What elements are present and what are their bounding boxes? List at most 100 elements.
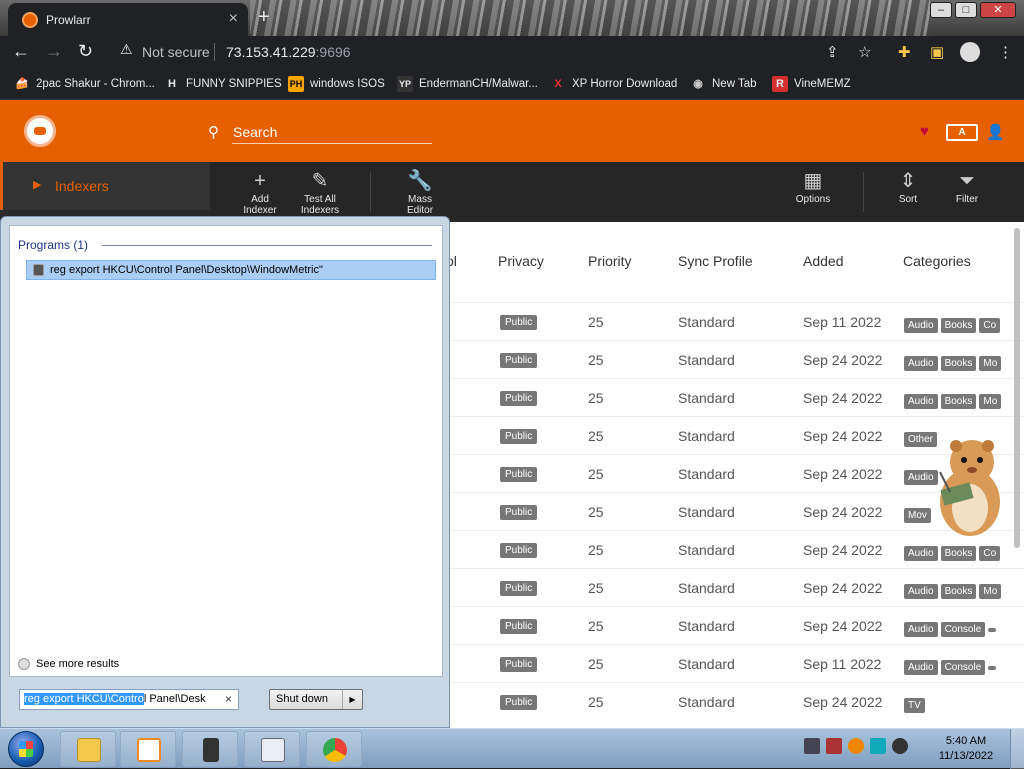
privacy-badge: Public	[500, 391, 538, 406]
taskbar: 5:40 AM 11/13/2022	[0, 728, 1024, 769]
sync-profile-cell: Standard	[678, 542, 735, 558]
added-cell: Sep 24 2022	[803, 428, 883, 444]
shut-down-button[interactable]: Shut down ▶	[269, 689, 363, 710]
keyboard-shortcuts-icon[interactable]: A	[946, 124, 978, 141]
share-icon[interactable]: ⇪	[826, 43, 839, 61]
maximize-button[interactable]: □	[955, 2, 977, 18]
category-tag: Mo	[979, 584, 1002, 599]
priority-cell: 25	[588, 390, 604, 406]
show-desktop-button[interactable]	[1010, 729, 1024, 769]
bookmark-item[interactable]: YP EndermanCH/Malwar...	[397, 76, 538, 92]
extensions-icon[interactable]: ✚	[898, 43, 911, 61]
back-arrow-icon[interactable]: ←	[12, 41, 30, 62]
bookmark-item[interactable]: 🍰 2pac Shakur - Chrom...	[14, 76, 155, 92]
tray-volume-icon[interactable]	[892, 737, 908, 754]
toolbar-divider	[863, 172, 864, 212]
bookmark-item[interactable]: H FUNNY SNIPPIES	[164, 76, 282, 92]
mass-editor-button[interactable]: 🔧 Mass Editor	[388, 170, 452, 216]
program-result-item[interactable]: reg export HKCU\Control Panel\Desktop\Wi…	[26, 260, 436, 280]
sync-profile-cell: Standard	[678, 504, 735, 520]
bookmark-star-icon[interactable]: ☆	[858, 43, 871, 61]
user-icon[interactable]: 👤	[986, 123, 1005, 141]
profile-avatar-icon[interactable]	[960, 42, 980, 62]
warning-icon[interactable]: ⚠	[120, 41, 133, 58]
taskbar-chrome-button[interactable]	[306, 731, 362, 767]
bookmark-favicon-icon: X	[554, 78, 562, 90]
taskbar-notepad-button[interactable]	[244, 731, 300, 767]
column-header-priority[interactable]: Priority	[588, 253, 632, 269]
priority-cell: 25	[588, 352, 604, 368]
bookmark-item[interactable]: R VineMEMZ	[772, 76, 851, 92]
privacy-badge: Public	[500, 315, 538, 330]
window-close-button[interactable]: ✕	[980, 2, 1016, 18]
prowlarr-logo-icon[interactable]	[24, 115, 56, 147]
forward-arrow-icon[interactable]: →	[45, 41, 63, 62]
test-all-indexers-button[interactable]: ✎ Test All Indexers	[288, 170, 352, 216]
column-header-categories[interactable]: Categories	[903, 253, 971, 269]
start-search-input[interactable]: reg export HKCU\Control Panel\Desk ×	[19, 689, 239, 710]
add-indexer-button[interactable]: + Add Indexer	[228, 170, 292, 216]
bookmark-favicon-icon: ◉	[693, 78, 703, 90]
tray-search-icon[interactable]	[848, 737, 864, 754]
priority-cell: 25	[588, 466, 604, 482]
search-input[interactable]: Search	[233, 124, 277, 140]
taskbar-media-player-button[interactable]	[120, 731, 176, 767]
bookmark-item[interactable]: ◉ New Tab	[690, 76, 756, 92]
start-menu: Programs (1) reg export HKCU\Control Pan…	[0, 216, 450, 728]
added-cell: Sep 24 2022	[803, 580, 883, 596]
column-header-privacy[interactable]: Privacy	[498, 253, 544, 269]
filter-button[interactable]: ⏷ Filter	[935, 170, 999, 205]
tray-app-icon[interactable]	[804, 737, 820, 754]
column-header-sync-profile[interactable]: Sync Profile	[678, 253, 753, 269]
donate-heart-icon[interactable]: ♥	[920, 123, 929, 140]
minimize-button[interactable]: –	[930, 2, 952, 18]
start-button[interactable]	[8, 731, 44, 767]
address-bar[interactable]	[108, 39, 888, 65]
categories-cell: Audio Console	[904, 619, 999, 637]
tray-monitor-icon[interactable]	[870, 737, 886, 754]
tab-title: Prowlarr	[46, 13, 91, 27]
taskbar-app-button[interactable]	[182, 731, 238, 767]
browser-toolbar: ← → ↻ ⚠ Not secure 73.153.41.229:9696 ⇪ …	[0, 36, 1024, 68]
bookmark-favicon-icon: YP	[397, 76, 413, 92]
shutdown-options-arrow-icon[interactable]: ▶	[342, 690, 362, 709]
category-tag: Books	[940, 356, 977, 371]
sync-profile-cell: Standard	[678, 618, 735, 634]
clear-search-icon[interactable]: ×	[225, 690, 232, 709]
added-cell: Sep 11 2022	[803, 314, 882, 330]
url-text[interactable]: 73.153.41.229:9696	[226, 44, 351, 60]
sidebar-item-indexers[interactable]: ▶ Indexers	[0, 162, 210, 210]
sort-button[interactable]: ⇕ Sort	[876, 170, 940, 205]
category-tag	[988, 628, 997, 632]
bookmark-item[interactable]: X XP Horror Download	[550, 76, 677, 92]
reload-icon[interactable]: ↻	[78, 41, 93, 62]
taskbar-explorer-button[interactable]	[60, 731, 116, 767]
menu-kebab-icon[interactable]: ⋮	[998, 43, 1013, 61]
column-header-added[interactable]: Added	[803, 253, 843, 269]
scrollbar[interactable]	[1014, 228, 1020, 548]
test-icon: ✎	[311, 170, 329, 192]
see-more-results-link[interactable]: See more results	[18, 658, 119, 671]
options-button[interactable]: ▦ Options	[781, 170, 845, 205]
security-label[interactable]: Not secure	[142, 44, 210, 60]
new-tab-button[interactable]: +	[258, 6, 270, 29]
added-cell: Sep 24 2022	[803, 694, 883, 710]
tab-close-icon[interactable]: ×	[229, 10, 238, 28]
media-player-icon	[137, 738, 161, 762]
tray-tool-icon[interactable]	[826, 737, 842, 754]
category-tag: Audio	[904, 660, 938, 675]
category-tag: Co	[979, 318, 1001, 333]
bookmark-item[interactable]: PH windows ISOS	[288, 76, 385, 92]
priority-cell: 25	[588, 694, 604, 710]
tab-prowlarr[interactable]: Prowlarr ×	[8, 3, 248, 36]
added-cell: Sep 24 2022	[803, 542, 883, 558]
sync-profile-cell: Standard	[678, 694, 735, 710]
side-panel-icon[interactable]: ▣	[930, 43, 944, 61]
clock[interactable]: 5:40 AM 11/13/2022	[936, 734, 996, 764]
priority-cell: 25	[588, 314, 604, 330]
program-icon	[33, 264, 44, 276]
category-tag: Books	[940, 584, 977, 599]
bookmark-favicon-icon: 🍰	[14, 76, 30, 92]
wrench-icon: 🔧	[407, 170, 433, 192]
sync-profile-cell: Standard	[678, 352, 735, 368]
